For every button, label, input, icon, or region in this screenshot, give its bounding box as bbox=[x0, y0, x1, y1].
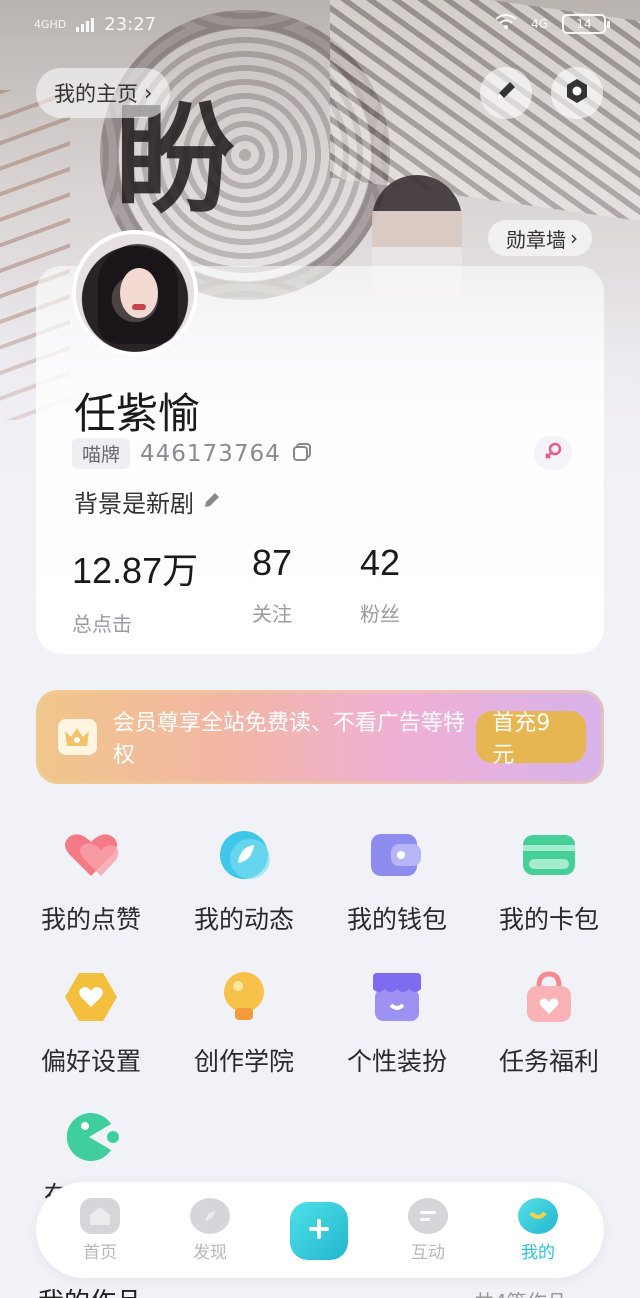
settings-icon bbox=[563, 77, 591, 109]
signature[interactable]: 背景是新剧 bbox=[74, 484, 222, 519]
chevron-right-icon: › bbox=[144, 81, 153, 105]
pencil-icon bbox=[493, 78, 519, 108]
wallet-icon bbox=[367, 828, 427, 882]
stat-value: 87 bbox=[252, 542, 293, 583]
nav-interaction[interactable]: 互动 bbox=[388, 1198, 468, 1263]
edit-button[interactable] bbox=[480, 67, 532, 119]
pacman-icon bbox=[61, 1110, 121, 1164]
wifi-icon bbox=[495, 13, 517, 35]
stat-total-clicks[interactable]: 12.87万 总点击 bbox=[72, 542, 198, 637]
network-right-label: 4G bbox=[531, 17, 548, 31]
heart-hexagon-icon bbox=[61, 970, 121, 1024]
feature-label: 我的卡包 bbox=[498, 905, 599, 934]
crown-icon bbox=[58, 719, 97, 755]
my-homepage-button[interactable]: 我的主页 › bbox=[36, 68, 171, 118]
bottom-nav: 首页 发现 互动 我的 bbox=[36, 1182, 604, 1278]
battery-level: 14 bbox=[576, 17, 592, 31]
plus-icon bbox=[306, 1216, 332, 1246]
feature-label: 我的钱包 bbox=[346, 905, 447, 934]
stat-value: 12.87万 bbox=[72, 550, 199, 591]
network-label: 4GHD bbox=[34, 17, 67, 31]
nav-label: 首页 bbox=[83, 1243, 117, 1263]
stat-fans[interactable]: 42 粉丝 bbox=[360, 542, 400, 627]
gender-badge bbox=[534, 436, 572, 470]
avatar[interactable] bbox=[72, 230, 198, 356]
feature-label: 创作学院 bbox=[193, 1047, 294, 1076]
id-row: 喵牌 446173764 bbox=[72, 438, 313, 469]
feature-online-games[interactable] bbox=[31, 1110, 151, 1164]
stat-label: 关注 bbox=[252, 602, 292, 626]
username: 任紫愉 bbox=[74, 389, 201, 438]
card-icon bbox=[519, 828, 579, 882]
chat-icon bbox=[408, 1198, 448, 1234]
status-bar: 4GHD 23:27 4G 14 bbox=[0, 0, 640, 48]
badge-wall-label: 勋章墙 bbox=[506, 227, 566, 252]
feature-task-rewards[interactable]: 任务福利 bbox=[489, 970, 609, 1078]
create-button[interactable] bbox=[290, 1202, 348, 1260]
copy-icon[interactable] bbox=[291, 441, 313, 467]
vip-banner-text: 会员尊享全站免费读、不看广告等特权 bbox=[112, 711, 465, 768]
feature-label: 我的点赞 bbox=[40, 905, 141, 934]
badge-wall-button[interactable]: 勋章墙 › bbox=[488, 220, 592, 256]
feature-label: 任务福利 bbox=[498, 1047, 599, 1076]
status-time: 23:27 bbox=[104, 13, 157, 35]
my-homepage-label: 我的主页 bbox=[54, 82, 138, 106]
feature-my-likes[interactable]: 我的点赞 bbox=[31, 828, 151, 936]
nav-me[interactable]: 我的 bbox=[498, 1198, 578, 1263]
settings-button[interactable] bbox=[551, 67, 603, 119]
my-works-title: 我的作品 bbox=[38, 1282, 142, 1298]
stat-label: 总点击 bbox=[72, 612, 132, 636]
feature-personalize[interactable]: 个性装扮 bbox=[337, 970, 457, 1078]
leaf-bubble-icon bbox=[214, 828, 274, 882]
nav-label: 我的 bbox=[521, 1243, 555, 1263]
home-icon bbox=[80, 1198, 120, 1234]
signature-text: 背景是新剧 bbox=[74, 490, 194, 518]
discover-icon bbox=[190, 1198, 230, 1234]
feature-label: 偏好设置 bbox=[40, 1047, 141, 1076]
nav-label: 互动 bbox=[411, 1243, 445, 1263]
gift-bag-icon bbox=[519, 970, 579, 1024]
feature-preferences[interactable]: 偏好设置 bbox=[31, 970, 151, 1078]
nav-discover[interactable]: 发现 bbox=[170, 1198, 250, 1263]
stat-label: 粉丝 bbox=[360, 602, 400, 626]
id-tag: 喵牌 bbox=[72, 438, 131, 469]
vip-recharge-button[interactable]: 首充9元 bbox=[476, 711, 586, 768]
feature-label: 个性装扮 bbox=[346, 1047, 447, 1076]
user-id: 446173764 bbox=[140, 440, 281, 467]
stat-following[interactable]: 87 关注 bbox=[252, 542, 292, 627]
my-works-count[interactable]: 共4篇作品 bbox=[474, 1286, 567, 1298]
feature-creator-academy[interactable]: 创作学院 bbox=[184, 970, 304, 1078]
signal-icon bbox=[76, 16, 95, 32]
chevron-right-icon: › bbox=[570, 226, 578, 250]
feature-my-cards[interactable]: 我的卡包 bbox=[489, 828, 609, 936]
shop-icon bbox=[367, 970, 427, 1024]
female-icon bbox=[543, 441, 563, 465]
battery-icon: 14 bbox=[562, 14, 610, 34]
feature-label: 我的动态 bbox=[193, 905, 294, 934]
vip-banner[interactable]: 会员尊享全站免费读、不看广告等特权 首充9元 bbox=[36, 690, 604, 784]
edit-pencil-icon bbox=[202, 488, 222, 516]
stat-value: 42 bbox=[360, 542, 401, 583]
nav-home[interactable]: 首页 bbox=[60, 1198, 140, 1263]
heart-icon bbox=[61, 828, 121, 882]
feature-my-posts[interactable]: 我的动态 bbox=[184, 828, 304, 936]
feature-my-wallet[interactable]: 我的钱包 bbox=[337, 828, 457, 936]
nav-label: 发现 bbox=[193, 1243, 227, 1263]
lightbulb-icon bbox=[214, 970, 274, 1024]
profile-icon bbox=[518, 1198, 558, 1234]
